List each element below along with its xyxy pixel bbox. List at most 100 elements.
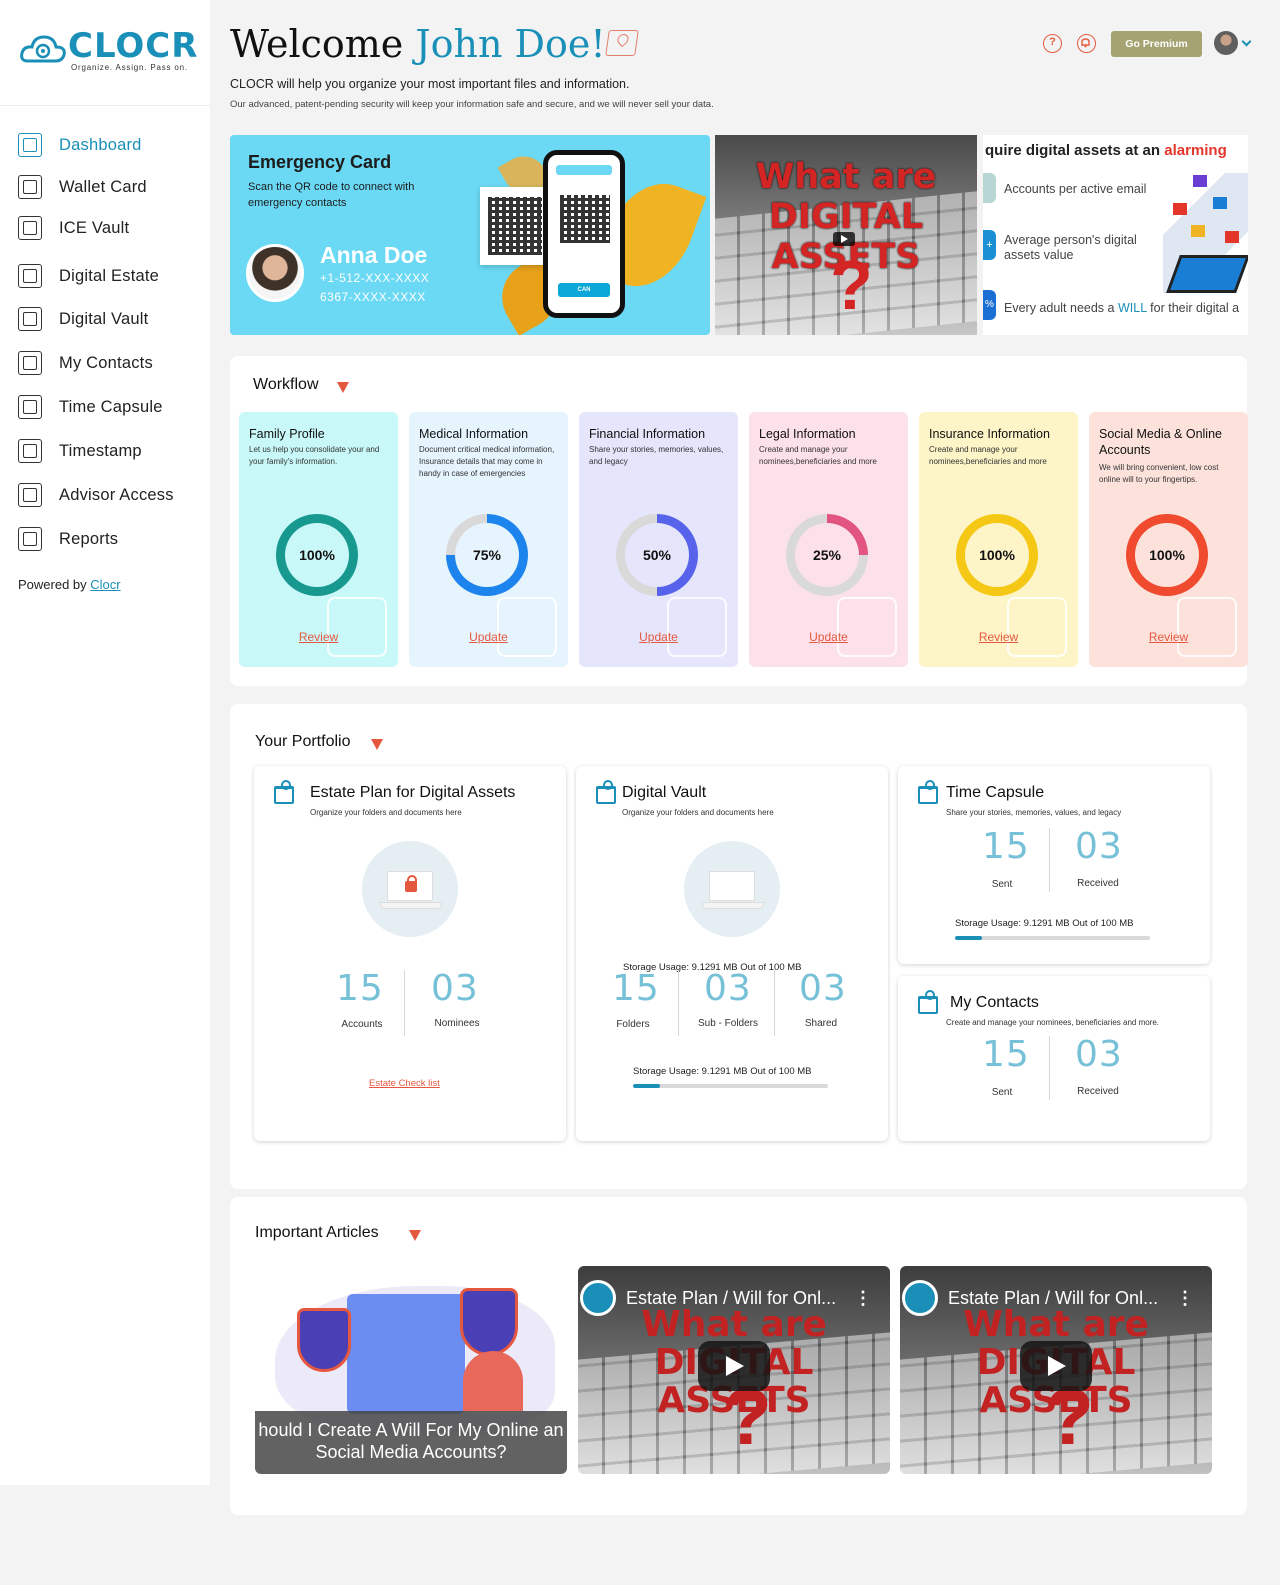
article-video-2[interactable]: What are DIGITAL ASSETS ? Estate Plan / …	[900, 1266, 1212, 1474]
sidebar-item-my-contacts[interactable]: My Contacts	[18, 348, 203, 378]
play-icon[interactable]	[833, 232, 855, 246]
sidebar-item-timestamp[interactable]: Timestamp	[18, 436, 203, 466]
capsule-storage-bar	[955, 936, 1150, 940]
caret-down-icon[interactable]	[337, 382, 349, 393]
bell-icon[interactable]	[1077, 34, 1096, 53]
sidebar-item-advisor-access[interactable]: Advisor Access	[18, 480, 203, 510]
estate-plan-card[interactable]: Estate Plan for Digital Assets Organize …	[254, 766, 566, 1141]
play-button[interactable]	[1020, 1341, 1092, 1391]
emergency-card-banner[interactable]: Emergency Card Scan the QR code to conne…	[230, 135, 710, 335]
workflow-watermark-icon	[1007, 597, 1067, 657]
sidebar-item-label: Time Capsule	[59, 397, 163, 416]
article-video-1[interactable]: What are DIGITAL ASSETS ? Estate Plan / …	[578, 1266, 890, 1474]
sidebar-item-time-capsule[interactable]: Time Capsule	[18, 392, 203, 422]
workflow-card[interactable]: Family Profile Let us help you consolidat…	[239, 412, 398, 667]
progress-percent: 75%	[455, 523, 519, 587]
time-capsule-icon	[918, 780, 938, 804]
progress-ring: 100%	[956, 514, 1038, 596]
workflow-card[interactable]: Medical Information Document critical med…	[409, 412, 568, 667]
workflow-action-link[interactable]: Review	[239, 630, 398, 644]
sidebar-item-ice-vault[interactable]: ICE Vault	[18, 213, 203, 243]
estate-checklist-link[interactable]: Estate Check list	[369, 1078, 440, 1089]
workflow-card[interactable]: Financial Information Share your stories,…	[579, 412, 738, 667]
capsule-sent-count: 15	[982, 826, 1030, 867]
digital-assets-infographic[interactable]: quire digital assets at an alarming Acco…	[983, 135, 1248, 335]
workflow-card[interactable]: Insurance Information Create and manage y…	[919, 412, 1078, 667]
shared-count: 03	[799, 968, 847, 1009]
user-name: John Doe!	[415, 22, 606, 66]
workflow-watermark-icon	[497, 597, 557, 657]
contacts-sent-count: 15	[982, 1034, 1030, 1075]
workflow-card-title: Legal Information	[759, 427, 856, 441]
shared-label: Shared	[804, 1018, 838, 1029]
caret-down-icon[interactable]	[409, 1230, 421, 1241]
estate-plan-sub: Organize your folders and documents here	[310, 808, 462, 817]
divider	[1049, 1036, 1050, 1100]
sidebar-item-digital-vault[interactable]: Digital Vault	[18, 304, 203, 334]
digital-assets-video[interactable]: What are DIGITAL ASSETS ?	[715, 135, 977, 335]
vault-storage-bottom: Storage Usage: 9.1291 MB Out of 100 MB	[633, 1066, 812, 1077]
powered-by-link[interactable]: Clocr	[90, 577, 120, 592]
digital-vault-card[interactable]: Digital Vault Organize your folders and …	[576, 766, 888, 1141]
stat-will-post: for their digital a	[1146, 301, 1240, 315]
digital-estate-icon	[18, 264, 42, 288]
workflow-action-link[interactable]: Review	[919, 630, 1078, 644]
workflow-title: Workflow	[253, 376, 319, 393]
progress-ring: 100%	[276, 514, 358, 596]
caret-down-icon[interactable]	[371, 739, 383, 750]
workflow-card[interactable]: Legal Information Create and manage your …	[749, 412, 908, 667]
channel-logo[interactable]	[902, 1280, 938, 1316]
workflow-card[interactable]: Social Media & Online Accounts We will br…	[1089, 412, 1248, 667]
more-options-icon[interactable]: ⋮	[854, 1288, 872, 1309]
workflow-card-title: Family Profile	[249, 427, 325, 441]
stat-accounts: Accounts per active email	[1004, 182, 1147, 196]
contacts-sent-label: Sent	[991, 1087, 1013, 1098]
contact-name: Anna Doe	[320, 242, 428, 268]
contacts-received-label: Received	[1077, 1086, 1119, 1097]
help-icon[interactable]: ?	[1043, 34, 1062, 53]
time-capsule-card[interactable]: Time Capsule Share your stories, memorie…	[898, 766, 1210, 964]
sidebar-item-dashboard[interactable]: Dashboard	[18, 130, 203, 160]
ice-vault-icon	[18, 216, 42, 240]
workflow-action-link[interactable]: Update	[409, 630, 568, 644]
time-capsule-sub: Share your stories, memories, values, an…	[946, 808, 1122, 817]
play-button[interactable]	[698, 1341, 770, 1391]
sidebar-item-digital-estate[interactable]: Digital Estate	[18, 261, 203, 291]
powered-by-prefix: Powered by	[18, 577, 87, 592]
accounts-label: Accounts	[341, 1019, 383, 1030]
workflow-action-link[interactable]: Update	[749, 630, 908, 644]
go-premium-button[interactable]: Go Premium	[1111, 31, 1202, 57]
document-illustration	[347, 1294, 465, 1414]
article-caption-line1: hould I Create A Will For My Online an	[258, 1420, 564, 1440]
workflow-action-link[interactable]: Update	[579, 630, 738, 644]
dashboard-icon	[18, 133, 42, 157]
sidebar-item-reports[interactable]: Reports	[18, 524, 203, 554]
workflow-card-desc: We will bring convenient, low cost onlin…	[1099, 463, 1219, 484]
contacts-icon	[18, 351, 42, 375]
clocr-logo[interactable]: CLOCR Organize. Assign. Pass on.	[20, 26, 199, 76]
channel-logo[interactable]	[580, 1280, 616, 1316]
chevron-down-icon[interactable]	[1241, 36, 1252, 47]
workflow-card-desc: Create and manage your nominees,benefici…	[759, 445, 877, 466]
phone-header	[556, 165, 612, 175]
workflow-watermark-icon	[1177, 597, 1237, 657]
brand-name: CLOCR	[68, 26, 199, 66]
sidebar-item-wallet-card[interactable]: Wallet Card	[18, 172, 203, 202]
video-title[interactable]: Estate Plan / Will for Onl...	[626, 1288, 836, 1309]
workflow-action-link[interactable]: Review	[1089, 630, 1248, 644]
vault-icon	[596, 780, 616, 804]
estate-icon	[274, 780, 294, 804]
accounts-count: 15	[336, 968, 384, 1009]
article-card-will[interactable]: hould I Create A Will For My Online an S…	[255, 1266, 567, 1474]
safe-icon	[18, 307, 42, 331]
subfolders-count: 03	[704, 968, 752, 1009]
qr-code-icon	[560, 195, 610, 243]
avatar[interactable]	[1214, 31, 1238, 55]
my-contacts-card[interactable]: My Contacts Create and manage your nomin…	[898, 976, 1210, 1141]
more-options-icon[interactable]: ⋮	[1176, 1288, 1194, 1309]
video-title[interactable]: Estate Plan / Will for Onl...	[948, 1288, 1158, 1309]
map-icon[interactable]	[605, 30, 639, 56]
divider	[404, 970, 405, 1036]
emergency-card-desc: Scan the QR code to connect with emergen…	[248, 181, 415, 209]
divider	[678, 970, 679, 1036]
